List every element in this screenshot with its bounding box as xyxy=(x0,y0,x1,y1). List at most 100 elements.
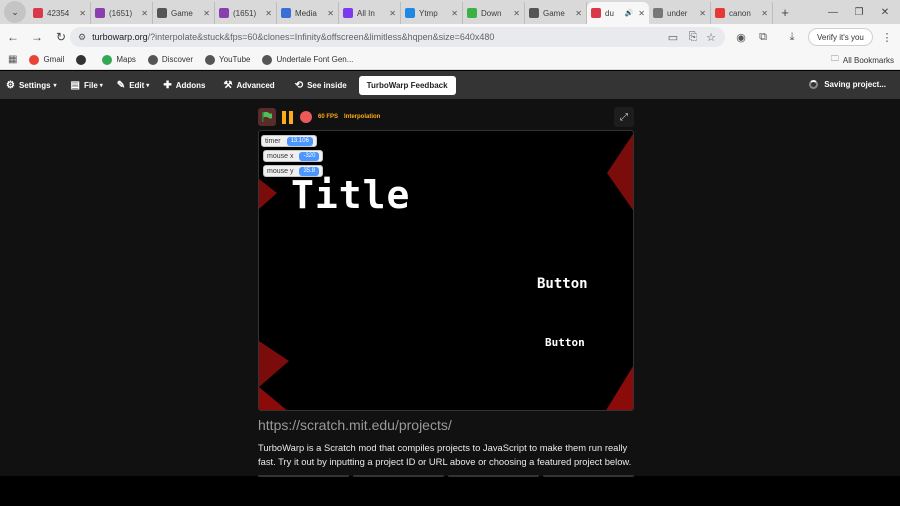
tab-favicon-icon xyxy=(467,8,477,18)
close-window-icon[interactable]: ✕ xyxy=(872,0,898,24)
bookmark-label: Maps xyxy=(116,55,136,64)
tab-label: (1651) xyxy=(109,8,133,18)
tabs-list: 42354 ✕ (1651) ✕ Game ✕ (1651) ✕ Media ✕ All In ✕ Yt… xyxy=(29,0,773,24)
bookmark-label: YouTube xyxy=(219,55,251,64)
bookmark-star-icon[interactable]: ☆ xyxy=(702,27,720,47)
pause-button[interactable] xyxy=(280,110,294,124)
page-action-icon[interactable]: ⎘ xyxy=(684,27,702,47)
bookmark-item[interactable]: Gmail xyxy=(29,54,65,65)
maximize-icon[interactable]: ❐ xyxy=(846,0,872,24)
tab-favicon-icon xyxy=(33,8,43,18)
profile-sync-icon[interactable]: ◉ xyxy=(732,27,750,47)
browser-window: ⌄ 42354 ✕ (1651) ✕ Game ✕ (1651) ✕ Media ✕ All In ✕… xyxy=(0,0,900,506)
address-bar[interactable]: ⚙ turbowarp.org/?interpolate&stuck&fps=6… xyxy=(70,27,725,47)
monitor-mouse-x-label: mouse x xyxy=(267,152,294,160)
monitor-mouse-x[interactable]: mouse x -320 xyxy=(263,150,324,162)
tab-close-icon[interactable]: ✕ xyxy=(389,9,396,18)
bookmark-item[interactable] xyxy=(76,54,90,65)
stop-button[interactable] xyxy=(300,111,312,123)
browser-tab[interactable]: Game ✕ xyxy=(525,2,587,24)
project-url-input[interactable]: https://scratch.mit.edu/projects/ xyxy=(258,417,452,433)
see-inside-button[interactable]: ⟲ See inside xyxy=(295,80,347,91)
chrome-menu-icon[interactable]: ⋮ xyxy=(878,27,896,47)
bookmark-favicon-icon xyxy=(205,54,216,65)
browser-tab[interactable]: (1651) ✕ xyxy=(91,2,153,24)
bookmark-label: Gmail xyxy=(43,55,65,64)
tab-close-icon[interactable]: ✕ xyxy=(451,9,458,18)
browser-tab[interactable]: Down ✕ xyxy=(463,2,525,24)
browser-tab[interactable]: Media ✕ xyxy=(277,2,339,24)
tab-close-icon[interactable]: ✕ xyxy=(327,9,334,18)
turbowarp-menubar: ⚙ Settings ▾ ▤ File ▾ ✎ Edit ▾ ✚ Addons … xyxy=(0,71,900,99)
tab-close-icon[interactable]: ✕ xyxy=(79,9,86,18)
tab-search-icon[interactable]: ⌄ xyxy=(4,1,26,23)
featured-project-card[interactable] xyxy=(258,475,349,477)
browser-tab[interactable]: All In ✕ xyxy=(339,2,401,24)
minimize-icon[interactable]: — xyxy=(820,0,846,24)
advanced-menu[interactable]: ⚒ Advanced xyxy=(223,80,274,91)
tab-label: All In xyxy=(357,8,375,18)
feedback-button[interactable]: TurboWarp Feedback xyxy=(358,75,456,95)
green-flag-button[interactable] xyxy=(258,108,276,126)
edit-label: Edit xyxy=(129,80,145,90)
bookmark-list: Gmail Maps Discover YouTube Undertale Font G… xyxy=(29,54,365,65)
edit-menu[interactable]: ✎ Edit ▾ xyxy=(117,80,150,91)
bookmark-item[interactable]: Maps xyxy=(102,54,136,65)
browser-tab[interactable]: 42354 ✕ xyxy=(29,2,91,24)
browser-tab[interactable]: Ytmp ✕ xyxy=(401,2,463,24)
verify-button[interactable]: Verify it's you xyxy=(808,28,873,46)
tab-close-icon[interactable]: ✕ xyxy=(699,9,706,18)
tab-close-icon[interactable]: ✕ xyxy=(141,9,148,18)
corner-decoration-bottom-left xyxy=(259,387,287,410)
bookmark-item[interactable]: YouTube xyxy=(205,54,251,65)
all-bookmarks-button[interactable]: 🗀 All Bookmarks xyxy=(831,53,894,67)
bookmark-item[interactable]: Discover xyxy=(147,54,193,65)
tab-favicon-icon xyxy=(591,8,601,18)
see-inside-label: See inside xyxy=(307,80,347,90)
tab-close-icon[interactable]: ✕ xyxy=(638,9,645,18)
tab-favicon-icon xyxy=(281,8,291,18)
forward-icon[interactable]: → xyxy=(26,26,48,48)
bookmark-favicon-icon xyxy=(29,54,40,65)
stage-canvas[interactable]: timer 13.106 mouse x -320 mouse y 35.8 T… xyxy=(258,130,634,411)
fullscreen-icon[interactable]: ⤢ xyxy=(614,107,634,127)
addons-label: Addons xyxy=(175,80,206,90)
browser-tab[interactable]: under ✕ xyxy=(649,2,711,24)
download-icon[interactable]: ⤓ xyxy=(783,27,801,47)
reload-icon[interactable]: ↻ xyxy=(50,26,72,48)
browser-tab[interactable]: Game ✕ xyxy=(153,2,215,24)
pencil-icon: ✎ xyxy=(116,79,126,91)
file-menu[interactable]: ▤ File ▾ xyxy=(71,80,103,91)
tab-favicon-icon xyxy=(405,8,415,18)
addons-menu[interactable]: ✚ Addons xyxy=(163,80,205,91)
game-button-primary[interactable]: Button xyxy=(537,276,588,292)
featured-project-card[interactable] xyxy=(353,475,444,477)
bookmark-favicon-icon xyxy=(262,54,273,65)
tab-close-icon[interactable]: ✕ xyxy=(203,9,210,18)
tab-close-icon[interactable]: ✕ xyxy=(575,9,582,18)
browser-tab[interactable]: du 🔊 ✕ xyxy=(587,2,649,24)
new-tab-button[interactable]: + xyxy=(775,2,795,22)
browser-tab[interactable]: (1651) ✕ xyxy=(215,2,277,24)
browser-tab[interactable]: canon ✕ xyxy=(711,2,773,24)
back-icon[interactable]: ← xyxy=(2,26,24,48)
settings-menu[interactable]: ⚙ Settings ▾ xyxy=(6,80,57,91)
apps-icon[interactable]: ▦ xyxy=(8,54,17,65)
bookmark-item[interactable]: Undertale Font Gen... xyxy=(262,54,353,65)
corner-decoration-mid-left xyxy=(259,341,289,387)
monitor-timer-label: timer xyxy=(265,137,281,145)
monitor-timer-value: 13.106 xyxy=(286,136,313,146)
url-path: /?interpolate&stuck&fps=60&clones=Infini… xyxy=(147,32,495,42)
cast-icon[interactable]: ▭ xyxy=(664,27,682,47)
chevron-down-icon: ▾ xyxy=(53,82,57,89)
featured-project-card[interactable] xyxy=(448,475,539,477)
tab-close-icon[interactable]: ✕ xyxy=(513,9,520,18)
tab-close-icon[interactable]: ✕ xyxy=(265,9,272,18)
tab-close-icon[interactable]: ✕ xyxy=(761,9,768,18)
site-info-icon[interactable]: ⚙ xyxy=(78,32,86,43)
monitor-timer[interactable]: timer 13.106 xyxy=(261,135,317,147)
featured-project-card[interactable] xyxy=(543,475,634,477)
game-button-secondary[interactable]: Button xyxy=(545,336,585,349)
extensions-icon[interactable]: ⧉ xyxy=(754,27,772,47)
tab-audio-icon[interactable]: 🔊 xyxy=(625,9,634,17)
